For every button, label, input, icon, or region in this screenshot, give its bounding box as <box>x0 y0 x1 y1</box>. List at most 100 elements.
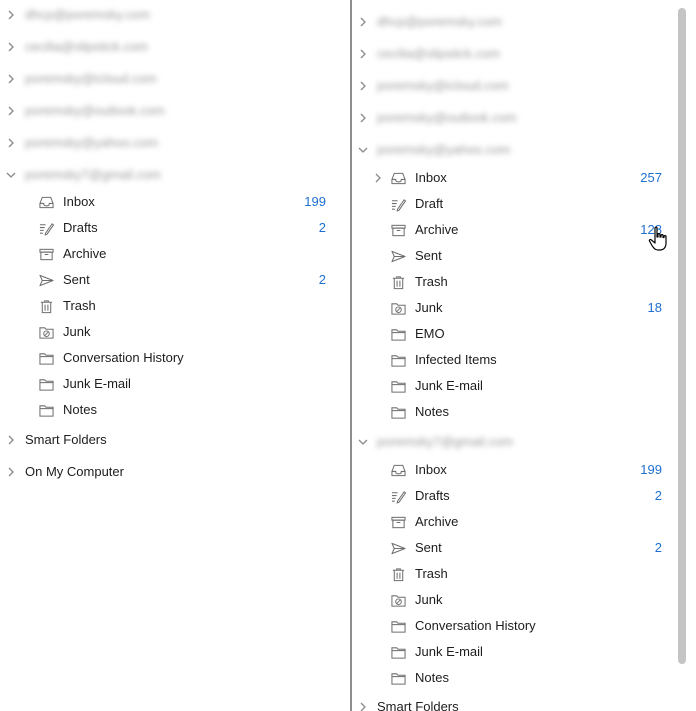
smart-folders-section[interactable]: Smart Folders <box>0 427 350 453</box>
folder-item-sent[interactable]: Sent <box>352 243 696 269</box>
trash-icon <box>389 566 407 582</box>
folder-label: Conversation History <box>415 618 536 633</box>
folder-label: Junk E-mail <box>415 378 483 393</box>
account-row[interactable]: dhcp@poremsky.com <box>352 9 696 35</box>
folder-item-junk-e-mail[interactable]: Junk E-mail <box>352 639 696 665</box>
chevron-down-icon[interactable] <box>355 142 371 158</box>
account-row[interactable]: dhcp@poremsky.com <box>0 2 350 28</box>
account-row[interactable]: poremsky@outlook.com <box>0 98 350 124</box>
chevron-right-icon[interactable] <box>355 78 371 94</box>
account-row[interactable]: poremsky7@gmail.com <box>0 162 350 188</box>
account-row[interactable]: poremsky@icloud.com <box>352 73 696 99</box>
unread-count: 257 <box>640 170 662 185</box>
account-email-label: dhcp@poremsky.com <box>377 14 502 29</box>
account-email-label: poremsky7@gmail.com <box>25 167 162 182</box>
folder-icon <box>389 644 407 660</box>
account-row[interactable]: poremsky7@gmail.com <box>352 429 696 455</box>
folder-label: Inbox <box>415 462 447 477</box>
account-email-label: poremsky@yahoo.com <box>377 142 511 157</box>
account-email-label: poremsky@outlook.com <box>25 103 165 118</box>
chevron-right-icon[interactable] <box>3 39 19 55</box>
folder-label: Conversation History <box>63 350 184 365</box>
folder-label: EMO <box>415 326 445 341</box>
account-email-label: poremsky7@gmail.com <box>377 434 514 449</box>
chevron-right-icon[interactable] <box>355 699 371 711</box>
on-my-computer-section[interactable]: On My Computer <box>0 459 350 485</box>
folder-item-notes[interactable]: Notes <box>352 665 696 691</box>
left-folder-pane: dhcp@poremsky.com cecilia@slipstick.com po… <box>0 0 350 711</box>
sent-icon <box>37 272 55 288</box>
folder-item-notes[interactable]: Notes <box>0 397 350 423</box>
chevron-right-icon[interactable] <box>355 46 371 62</box>
chevron-right-icon[interactable] <box>355 110 371 126</box>
folder-icon <box>389 326 407 342</box>
chevron-right-icon[interactable] <box>3 432 19 448</box>
account-row[interactable]: poremsky@outlook.com <box>352 105 696 131</box>
drafts-icon <box>389 488 407 504</box>
section-label: On My Computer <box>25 464 124 479</box>
account-row[interactable]: poremsky@icloud.com <box>0 66 350 92</box>
folder-item-draft[interactable]: Draft <box>352 191 696 217</box>
folder-label: Junk <box>415 592 443 607</box>
folder-item-junk-e-mail[interactable]: Junk E-mail <box>0 371 350 397</box>
account-row[interactable]: cecilia@slipstick.com <box>352 41 696 67</box>
folder-item-archive[interactable]: Archive <box>0 241 350 267</box>
account-row[interactable]: poremsky@yahoo.com <box>0 130 350 156</box>
smart-folders-section[interactable]: Smart Folders <box>352 694 696 711</box>
trash-icon <box>389 274 407 290</box>
folder-label: Trash <box>415 274 448 289</box>
unread-count: 2 <box>654 488 662 503</box>
folder-label: Inbox <box>63 194 95 209</box>
chevron-right-icon[interactable] <box>370 170 386 186</box>
folder-label: Notes <box>415 670 449 685</box>
chevron-down-icon[interactable] <box>3 167 19 183</box>
account-email-label: dhcp@poremsky.com <box>25 7 150 22</box>
folder-item-drafts[interactable]: Drafts 2 <box>0 215 350 241</box>
folder-label: Junk E-mail <box>63 376 131 391</box>
folder-item-emo[interactable]: EMO <box>352 321 696 347</box>
folder-item-junk[interactable]: Junk <box>352 587 696 613</box>
chevron-right-icon[interactable] <box>355 14 371 30</box>
chevron-right-icon[interactable] <box>3 464 19 480</box>
inbox-icon <box>389 462 407 478</box>
folder-item-conversation-history[interactable]: Conversation History <box>0 345 350 371</box>
folder-item-conversation-history[interactable]: Conversation History <box>352 613 696 639</box>
folder-label: Drafts <box>63 220 98 235</box>
folder-item-archive[interactable]: Archive 128 <box>352 217 696 243</box>
chevron-right-icon[interactable] <box>3 103 19 119</box>
chevron-right-icon[interactable] <box>3 7 19 23</box>
account-row[interactable]: cecilia@slipstick.com <box>0 34 350 60</box>
chevron-right-icon[interactable] <box>3 71 19 87</box>
folder-item-trash[interactable]: Trash <box>352 269 696 295</box>
folder-item-sent[interactable]: Sent 2 <box>0 267 350 293</box>
folder-item-notes[interactable]: Notes <box>352 399 696 425</box>
account-row[interactable]: poremsky@yahoo.com <box>352 137 696 163</box>
folder-item-trash[interactable]: Trash <box>0 293 350 319</box>
folder-item-sent[interactable]: Sent 2 <box>352 535 696 561</box>
unread-count: 2 <box>318 272 326 287</box>
folder-icon <box>389 670 407 686</box>
chevron-down-icon[interactable] <box>355 434 371 450</box>
trash-icon <box>37 298 55 314</box>
folder-label: Trash <box>415 566 448 581</box>
folder-item-inbox[interactable]: Inbox 257 <box>352 165 696 191</box>
folder-item-inbox[interactable]: Inbox 199 <box>352 457 696 483</box>
folder-label: Draft <box>415 196 444 211</box>
junk-icon <box>389 300 407 316</box>
folder-item-junk-e-mail[interactable]: Junk E-mail <box>352 373 696 399</box>
folder-item-drafts[interactable]: Drafts 2 <box>352 483 696 509</box>
folder-item-junk[interactable]: Junk 18 <box>352 295 696 321</box>
unread-count: 18 <box>647 300 662 315</box>
folder-item-archive[interactable]: Archive <box>352 509 696 535</box>
folder-item-inbox[interactable]: Inbox 199 <box>0 189 350 215</box>
chevron-right-icon[interactable] <box>3 135 19 151</box>
folder-icon <box>37 402 55 418</box>
folder-item-trash[interactable]: Trash <box>352 561 696 587</box>
archive-icon <box>37 246 55 262</box>
vertical-scrollbar[interactable] <box>678 8 686 664</box>
folder-item-junk[interactable]: Junk <box>0 319 350 345</box>
folder-label: Archive <box>415 222 459 237</box>
folder-label: Archive <box>415 514 459 529</box>
sent-icon <box>389 248 407 264</box>
folder-item-infected-items[interactable]: Infected Items <box>352 347 696 373</box>
